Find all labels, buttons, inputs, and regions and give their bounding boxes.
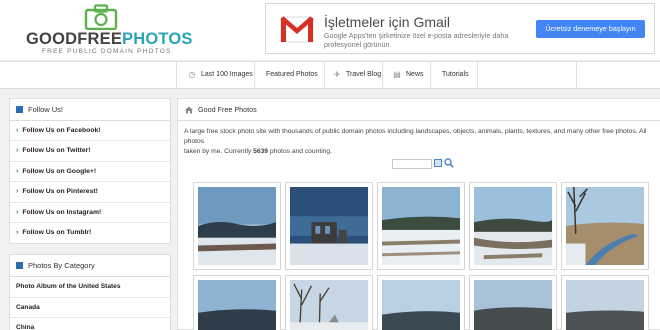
- nav-item-featured[interactable]: Featured Photos: [254, 62, 324, 88]
- nav-item-label: Featured Photos: [266, 71, 318, 78]
- ad-cta-button[interactable]: Ücretsiz denemeye başlayın: [536, 20, 645, 38]
- photo-image: [290, 280, 368, 330]
- site-logo[interactable]: GOODFREEPHOTOS FREE PUBLIC DOMAIN PHOTOS: [26, 4, 192, 56]
- chevron-right-icon: ›: [16, 228, 19, 236]
- photo-thumbnail[interactable]: [193, 275, 281, 330]
- news-icon: ▤: [393, 70, 401, 79]
- follow-panel: Follow Us! › Follow Us on Facebook! › Foll…: [9, 98, 171, 245]
- chevron-right-icon: ›: [16, 127, 19, 134]
- chevron-right-icon: ›: [16, 147, 19, 155]
- photo-image: [290, 187, 368, 265]
- photo-thumbnail[interactable]: [193, 182, 281, 270]
- intro-line-1: A large free stock photo site with thous…: [184, 128, 647, 145]
- intro-text: A large free stock photo site with thous…: [184, 127, 660, 157]
- nav-item-travel-blog[interactable]: ✈ Travel Blog: [324, 62, 382, 88]
- intro-line-2-suffix: photos and counting.: [268, 148, 332, 155]
- follow-link-label: Follow Us on Twitter!: [22, 147, 91, 155]
- category-link-canada[interactable]: Canada: [10, 298, 170, 319]
- follow-panel-heading: Follow Us!: [10, 99, 170, 121]
- photo-image: [474, 187, 552, 265]
- photo-image: [566, 280, 644, 330]
- photo-image: [198, 187, 276, 265]
- photo-thumbnail[interactable]: [469, 182, 557, 270]
- chevron-right-icon: ›: [16, 188, 19, 196]
- follow-link-label: Follow Us on Facebook!: [22, 127, 101, 134]
- nav-item-label: Travel Blog: [346, 71, 382, 78]
- photo-thumbnail[interactable]: [285, 275, 373, 330]
- chevron-right-icon: ›: [16, 208, 19, 216]
- logo-subtitle: FREE PUBLIC DOMAIN PHOTOS: [42, 48, 172, 55]
- camera-icon: [84, 4, 118, 30]
- nav-spacer: [576, 62, 660, 88]
- photo-thumbnail[interactable]: [561, 182, 649, 270]
- home-icon[interactable]: [185, 106, 193, 114]
- photo-thumbnail[interactable]: [285, 182, 373, 270]
- photo-grid: [193, 182, 660, 330]
- intro-line-2: taken by me. Currently 5639 photos and c…: [184, 147, 660, 157]
- photo-image: [198, 280, 276, 330]
- list-icon: [16, 262, 23, 269]
- category-link-china[interactable]: China: [10, 318, 170, 330]
- follow-link-label: Follow Us on Google+!: [22, 167, 97, 175]
- search-icon[interactable]: [444, 158, 454, 168]
- site-header: GOODFREEPHOTOS FREE PUBLIC DOMAIN PHOTOS…: [0, 0, 660, 60]
- chevron-right-icon: ›: [16, 167, 19, 175]
- photo-thumbnail[interactable]: [377, 182, 465, 270]
- photo-thumbnail[interactable]: [469, 275, 557, 330]
- ad-banner[interactable]: İşletmeler için Gmail Google Apps'ten şi…: [265, 3, 655, 54]
- nav-item-last-100[interactable]: ◷ Last 100 Images: [176, 62, 254, 88]
- logo-title: GOODFREEPHOTOS: [26, 30, 193, 49]
- breadcrumb-label[interactable]: Good Free Photos: [198, 105, 257, 114]
- nav-item-label: Last 100 Images: [201, 71, 253, 78]
- photo-count: 5639: [253, 148, 269, 155]
- follow-link-label: Follow Us on Pinterest!: [22, 188, 98, 196]
- follow-link-facebook[interactable]: › Follow Us on Facebook!: [10, 121, 170, 142]
- plane-icon: ✈: [333, 70, 341, 79]
- list-icon: [16, 106, 23, 113]
- follow-link-googleplus[interactable]: › Follow Us on Google+!: [10, 162, 170, 183]
- category-panel: Photos By Category Photo Album of the Un…: [9, 254, 171, 330]
- photo-image: [382, 280, 460, 330]
- ad-title: İşletmeler için Gmail: [324, 14, 451, 30]
- nav-item-news[interactable]: ▤ News: [382, 62, 430, 88]
- photo-image: [566, 186, 644, 265]
- follow-heading-text: Follow Us!: [28, 105, 64, 114]
- category-panel-heading: Photos By Category: [10, 255, 170, 277]
- search-options-icon[interactable]: [434, 159, 442, 167]
- follow-link-pinterest[interactable]: › Follow Us on Pinterest!: [10, 182, 170, 203]
- logo-title-part1: GOODFREE: [26, 30, 123, 48]
- nav-item-label: Tutorials: [442, 71, 469, 78]
- category-link-usa[interactable]: Photo Album of the United States: [10, 277, 170, 298]
- photo-image: [382, 187, 460, 265]
- gmail-icon: [280, 16, 314, 43]
- intro-line-2-prefix: taken by me. Currently: [184, 148, 254, 155]
- category-heading-text: Photos By Category: [28, 261, 95, 270]
- main-nav: ◷ Last 100 Images Featured Photos ✈ Travel…: [0, 61, 660, 89]
- photo-thumbnail[interactable]: [561, 275, 649, 330]
- follow-link-label: Follow Us on Tumblr!: [22, 228, 92, 236]
- main-content: Good Free Photos A large free stock phot…: [177, 98, 660, 330]
- photo-image: [474, 280, 552, 330]
- photo-thumbnail[interactable]: [377, 275, 465, 330]
- logo-title-part2: PHOTOS: [122, 30, 193, 48]
- nav-item-label: News: [406, 71, 424, 78]
- follow-link-label: Follow Us on Instagram!: [22, 208, 102, 216]
- nav-item-tutorials[interactable]: Tutorials: [430, 62, 478, 88]
- clock-icon: ◷: [188, 70, 196, 79]
- follow-link-instagram[interactable]: › Follow Us on Instagram!: [10, 203, 170, 223]
- follow-link-tumblr[interactable]: › Follow Us on Tumblr!: [10, 223, 170, 243]
- follow-link-twitter[interactable]: › Follow Us on Twitter!: [10, 141, 170, 162]
- search-input[interactable]: [392, 159, 432, 169]
- ad-description: Google Apps'ten şirketinize özel e-posta…: [324, 31, 509, 49]
- breadcrumb: Good Free Photos: [178, 99, 660, 121]
